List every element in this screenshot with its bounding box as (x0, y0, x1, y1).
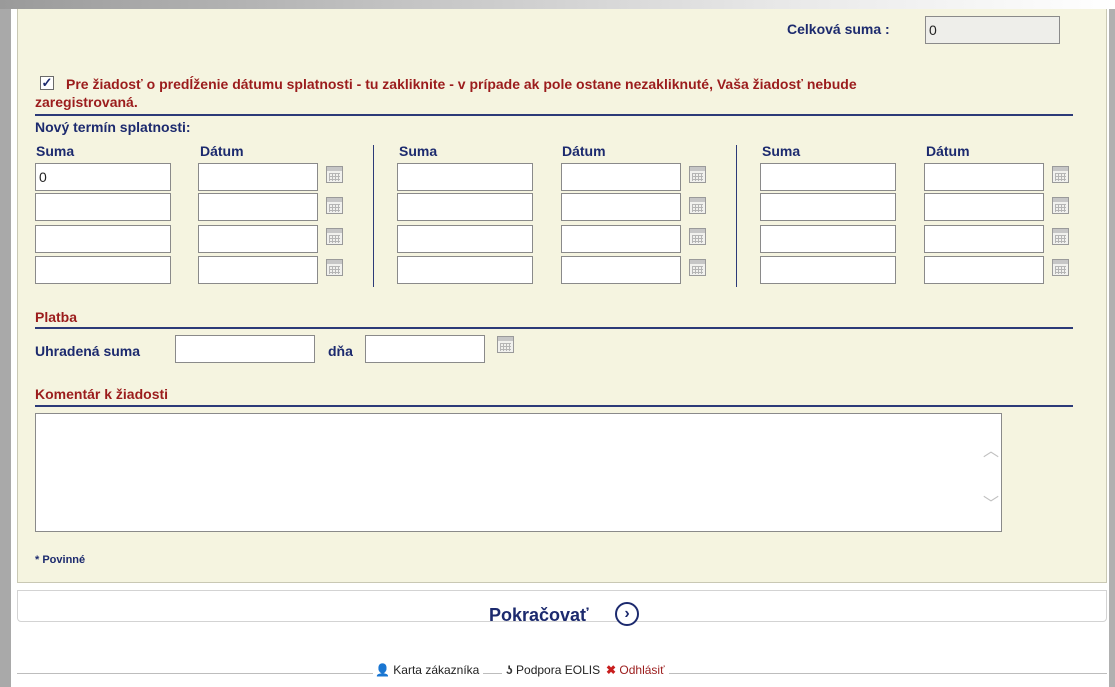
amount-input[interactable] (35, 256, 171, 284)
date-input[interactable] (198, 163, 318, 191)
calendar-icon[interactable] (689, 259, 706, 276)
calendar-icon[interactable] (326, 166, 343, 183)
logout-link[interactable]: ✖ Odhlásiť (602, 663, 669, 677)
calendar-icon[interactable] (1052, 166, 1069, 183)
column-separator-1 (373, 145, 374, 287)
date-input[interactable] (561, 256, 681, 284)
calendar-icon[interactable] (689, 197, 706, 214)
schedule-title: Nový termín splatnosti: (35, 119, 191, 135)
required-note: * Povinné (35, 554, 86, 566)
amount-header-2: Suma (399, 143, 438, 159)
left-frame (0, 9, 11, 687)
date-header-1: Dátum (200, 143, 244, 159)
date-input[interactable] (198, 193, 318, 221)
continue-button-label[interactable]: Pokračovať (489, 605, 589, 626)
date-input[interactable] (924, 225, 1044, 253)
date-header-3: Dátum (926, 143, 970, 159)
consent-text-line1: Pre žiadosť o predĺženie dátumu splatnos… (66, 76, 857, 92)
payment-date-label: dňa (328, 343, 353, 359)
amount-input[interactable] (397, 225, 533, 253)
support-link[interactable]: ʖ Podpora EOLIS (502, 663, 605, 677)
date-input[interactable] (198, 225, 318, 253)
total-label: Celková suma : (787, 21, 890, 37)
comment-section-title: Komentár k žiadosti (35, 386, 169, 402)
calendar-icon[interactable] (326, 228, 343, 245)
right-frame (1109, 9, 1115, 687)
amount-input[interactable] (760, 256, 896, 284)
support-icon: ʖ (506, 663, 513, 677)
chevron-right-icon[interactable]: › (615, 602, 639, 626)
total-field: 0 (925, 16, 1060, 44)
schedule-divider (35, 114, 1073, 116)
payment-divider (35, 327, 1073, 329)
date-input[interactable] (924, 163, 1044, 191)
date-input[interactable] (924, 193, 1044, 221)
comment-textarea[interactable] (35, 413, 1002, 532)
date-header-2: Dátum (562, 143, 606, 159)
scroll-down-icon[interactable]: ﹀ (983, 490, 999, 514)
logout-icon: ✖ (606, 663, 617, 677)
payment-date-input[interactable] (365, 335, 485, 363)
paid-amount-input[interactable] (175, 335, 315, 363)
date-input[interactable] (561, 163, 681, 191)
calendar-icon[interactable] (326, 197, 343, 214)
amount-input[interactable] (35, 225, 171, 253)
amount-input[interactable] (397, 256, 533, 284)
payment-section-title: Platba (35, 309, 78, 325)
date-input[interactable] (924, 256, 1044, 284)
scroll-up-icon[interactable]: ︿ (983, 437, 999, 461)
calendar-icon[interactable] (326, 259, 343, 276)
top-strip (0, 0, 1115, 9)
amount-input[interactable] (35, 193, 171, 221)
checkbox-checked-icon: ✓ (41, 75, 53, 90)
amount-input[interactable] (760, 163, 896, 191)
amount-input[interactable] (397, 163, 533, 191)
paid-amount-label: Uhradená suma (35, 343, 141, 359)
calendar-icon[interactable] (689, 228, 706, 245)
amount-input[interactable] (397, 193, 533, 221)
amount-input[interactable] (760, 225, 896, 253)
amount-header-3: Suma (762, 143, 801, 159)
comment-divider (35, 405, 1073, 407)
consent-text-line2: zaregistrovaná. (35, 94, 138, 110)
amount-header-1: Suma (36, 143, 75, 159)
calendar-icon[interactable] (497, 336, 514, 353)
customer-card-icon: 👤 (375, 663, 390, 677)
date-input[interactable] (561, 225, 681, 253)
consent-checkbox[interactable]: ✓ (40, 76, 54, 90)
calendar-icon[interactable] (689, 166, 706, 183)
column-separator-2 (736, 145, 737, 287)
date-input[interactable] (198, 256, 318, 284)
calendar-icon[interactable] (1052, 228, 1069, 245)
amount-input[interactable]: 0 (35, 163, 171, 191)
amount-input[interactable] (760, 193, 896, 221)
calendar-icon[interactable] (1052, 197, 1069, 214)
date-input[interactable] (561, 193, 681, 221)
customer-card-link[interactable]: 👤 Karta zákazníka (373, 663, 484, 677)
calendar-icon[interactable] (1052, 259, 1069, 276)
